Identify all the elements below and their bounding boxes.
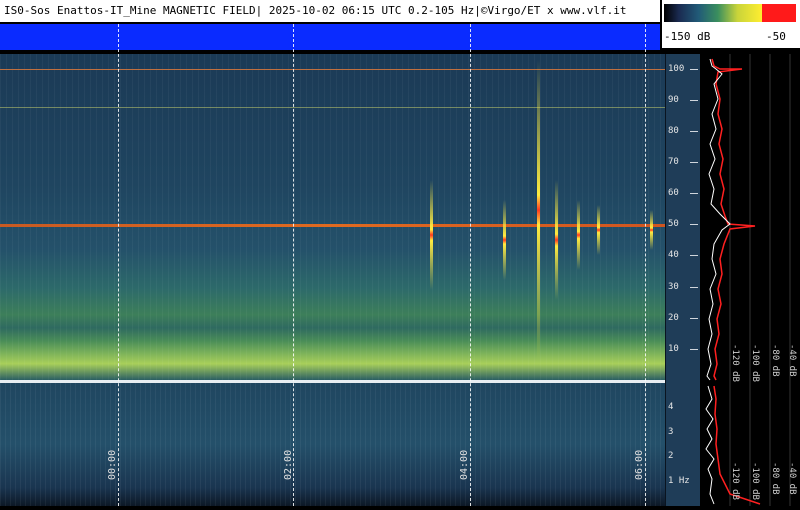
- page-title: IS0-Sos Enattos-IT_Mine MAGNETIC FIELD| …: [4, 4, 627, 17]
- title-band: [0, 24, 660, 50]
- burst: [650, 210, 653, 250]
- burst: [555, 180, 558, 300]
- color-scale-legend: -150 dB -50: [662, 0, 800, 48]
- freq-tick-mark: [690, 69, 698, 70]
- freq-tick-mark: [690, 287, 698, 288]
- freq-tick-4hz: 4: [668, 402, 674, 412]
- color-scale-min-label: -150 dB: [664, 30, 711, 43]
- line-50hz: [0, 224, 665, 227]
- freq-tick-3hz: 3: [668, 427, 674, 437]
- burst: [430, 180, 433, 290]
- time-gridline: [118, 24, 119, 506]
- time-label-0200: 02:00: [283, 449, 294, 480]
- color-scale-red-segment: [762, 4, 796, 22]
- color-scale-max-label: -50: [766, 30, 786, 43]
- db-label-top-2: -80 dB: [770, 344, 780, 377]
- line-100hz: [0, 69, 665, 70]
- time-gridline: [293, 24, 294, 506]
- spectrum-trace: [705, 54, 791, 506]
- freq-tick-mark: [690, 318, 698, 319]
- time-label-0000: 00:00: [107, 449, 118, 480]
- burst: [503, 200, 506, 280]
- freq-tick-50: 50: [668, 219, 679, 229]
- color-scale-gradient: [664, 4, 762, 22]
- frequency-axis-panel: [665, 54, 701, 506]
- freq-tick-60: 60: [668, 188, 679, 198]
- freq-tick-1hz: 1 Hz: [668, 476, 690, 486]
- spectrum-red-trace: [711, 58, 756, 381]
- line-90hz: [0, 107, 665, 108]
- freq-tick-mark: [690, 349, 698, 350]
- freq-tick-mark: [690, 162, 698, 163]
- spectrogram-low-band: [0, 383, 665, 506]
- db-label-bottom-3: -40 dB: [787, 462, 797, 495]
- spectrogram-high-band: [0, 54, 665, 380]
- time-gridline: [645, 24, 646, 506]
- freq-tick-80: 80: [668, 126, 679, 136]
- freq-tick-mark: [690, 131, 698, 132]
- db-label-bottom-1: -100 dB: [750, 462, 760, 500]
- freq-tick-2hz: 2: [668, 451, 674, 461]
- freq-tick-mark: [690, 224, 698, 225]
- freq-tick-10: 10: [668, 344, 679, 354]
- db-label-bottom-2: -80 dB: [770, 462, 780, 495]
- freq-tick-20: 20: [668, 313, 679, 323]
- db-label-top-3: -40 dB: [787, 344, 797, 377]
- burst: [577, 200, 580, 270]
- freq-tick-mark: [690, 255, 698, 256]
- db-label-top-1: -100 dB: [750, 344, 760, 382]
- freq-tick-mark: [690, 100, 698, 101]
- freq-tick-70: 70: [668, 157, 679, 167]
- spectrum-panel: -120 dB -100 dB -80 dB -40 dB -120 dB -1…: [700, 54, 800, 506]
- freq-tick-40: 40: [668, 250, 679, 260]
- title-bar: IS0-Sos Enattos-IT_Mine MAGNETIC FIELD| …: [0, 0, 660, 24]
- time-label-0400: 04:00: [459, 449, 470, 480]
- spectrum-white-trace-low: [705, 385, 715, 505]
- time-label-0600: 06:00: [634, 449, 645, 480]
- burst: [537, 60, 540, 360]
- freq-tick-90: 90: [668, 95, 679, 105]
- db-label-bottom-0: -120 dB: [730, 462, 740, 500]
- freq-tick-mark: [690, 193, 698, 194]
- db-label-top-0: -120 dB: [730, 344, 740, 382]
- freq-tick-30: 30: [668, 282, 679, 292]
- time-gridline: [470, 24, 471, 506]
- freq-tick-100: 100: [668, 64, 685, 74]
- burst: [597, 205, 600, 255]
